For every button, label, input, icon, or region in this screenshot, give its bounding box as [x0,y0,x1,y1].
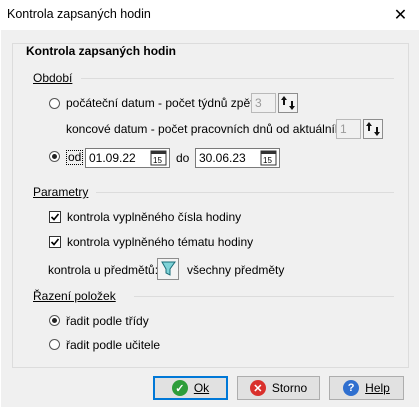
ok-button[interactable]: ✓ Ok [153,376,228,400]
sort-teacher-label: řadit podle učitele [66,338,161,352]
dialog-client: Kontrola zapsaných hodin Období počátečn… [1,30,419,407]
range-from-label: od [66,150,84,165]
checkmark-icon [50,213,60,221]
subjects-label: kontrola u předmětů: [48,263,159,277]
radio-sort-class[interactable] [49,315,60,326]
obdobi-divider [81,78,394,79]
end-days-spin-button[interactable] [363,119,383,139]
weeks-spin-button[interactable] [278,93,298,113]
group-title: Kontrola zapsaných hodin [23,44,180,58]
spin-arrows-icon [366,122,380,136]
parametry-divider [96,192,394,193]
calendar-icon[interactable]: 15 [150,150,167,166]
spin-arrows-icon [281,96,295,110]
storno-button[interactable]: ✕ Storno [237,376,320,400]
calendar-icon[interactable]: 15 [260,150,277,166]
svg-text:15: 15 [263,156,272,165]
storno-label: Storno [271,381,308,395]
subjects-filter-button[interactable] [157,258,179,280]
filter-icon [161,261,176,276]
checkmark-icon [50,238,60,246]
obdobi-label: Období [31,71,75,85]
help-label: Help [365,381,390,395]
radio-sort-teacher[interactable] [49,339,60,350]
weeks-label: počáteční datum - počet týdnů zpět: [66,96,257,110]
radio-weeks[interactable] [49,98,60,109]
title-bar: Kontrola zapsaných hodin ✕ [0,0,420,30]
weeks-input[interactable]: 3 [251,93,276,113]
close-icon[interactable]: ✕ [381,0,420,30]
sort-class-label: řadit podle třídy [66,314,149,328]
check-hour-topic[interactable] [49,236,61,248]
radio-range[interactable] [49,151,60,162]
help-button[interactable]: ? Help [329,376,404,400]
ok-label: Ok [193,381,210,395]
window-title: Kontrola zapsaných hodin [7,7,151,21]
end-days-label: koncové datum - počet pracovních dnů od … [66,122,352,136]
check-hour-number-label: kontrola vyplněného čísla hodiny [67,210,242,224]
cancel-circle-icon: ✕ [249,380,266,396]
check-hour-number[interactable] [49,211,61,223]
razeni-label: Řazení položek [31,289,118,303]
check-hour-topic-label: kontrola vyplněného tématu hodiny [67,235,254,249]
range-to-label: do [176,151,190,165]
help-circle-icon: ? [343,380,360,396]
check-circle-icon: ✓ [171,380,188,396]
parametry-label: Parametry [31,185,91,199]
end-days-input[interactable]: 1 [336,119,361,139]
razeni-divider [134,296,394,297]
subjects-value: všechny předměty [187,263,285,277]
svg-text:15: 15 [153,156,162,165]
